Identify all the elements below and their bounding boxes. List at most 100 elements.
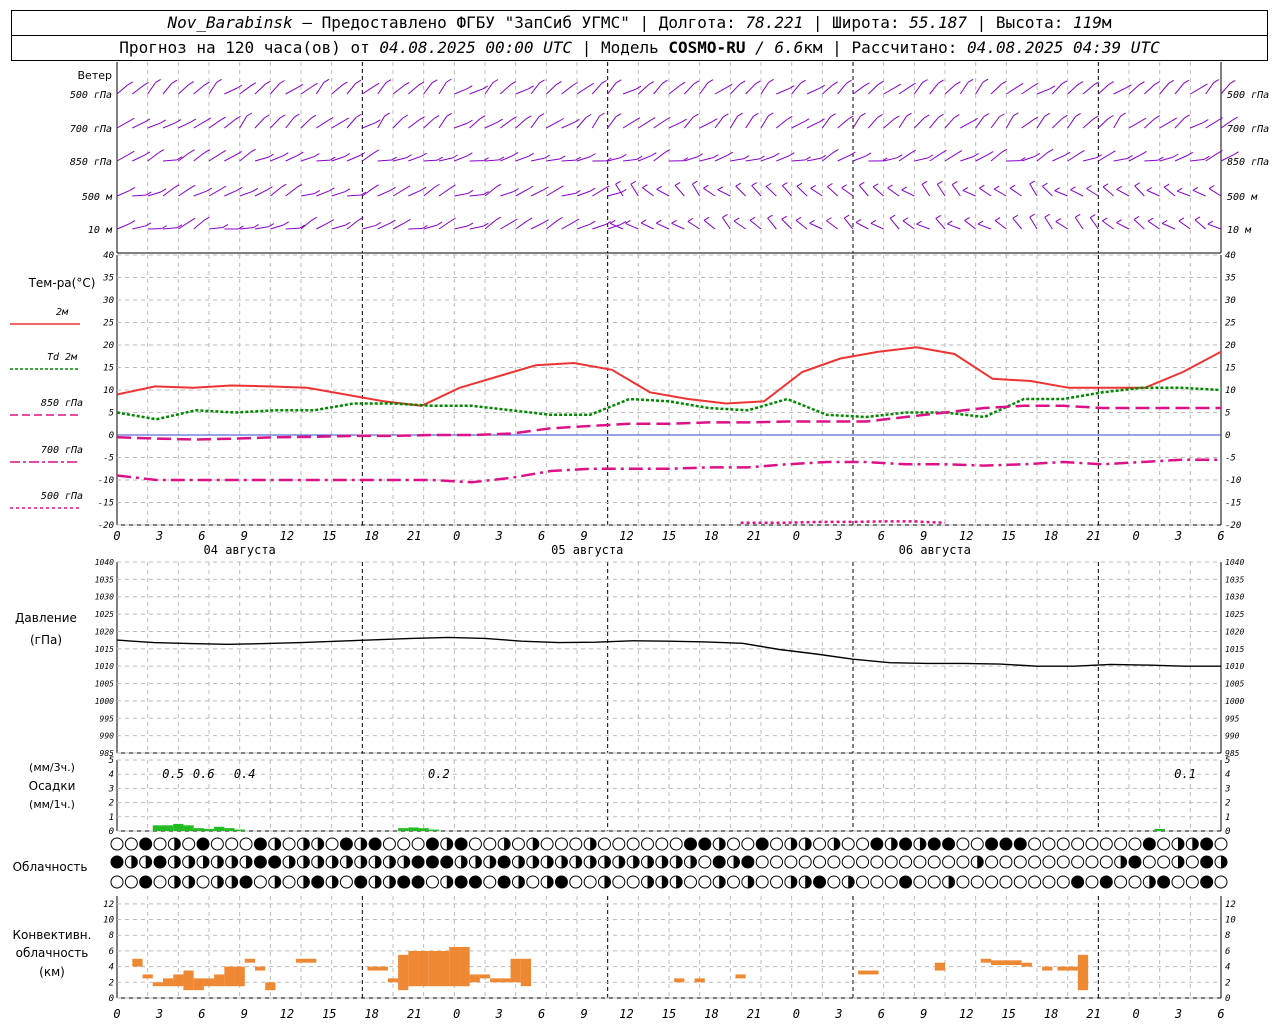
- cloud-fill-half: [833, 838, 840, 850]
- wind-barb-flag: [343, 117, 349, 122]
- temp-ytick-right: 5: [1225, 409, 1230, 419]
- cloud-fill-half: [719, 838, 726, 850]
- cloud-fill-half: [317, 838, 324, 850]
- wind-barb-flag: [250, 82, 257, 87]
- wind-barb: [806, 87, 820, 95]
- cloud-fill-half: [332, 876, 339, 888]
- conv-ytick-left: 2: [109, 978, 114, 988]
- wind-barb-flag: [935, 215, 942, 219]
- conv-xtick: 21: [407, 1007, 421, 1021]
- wind-barb: [913, 82, 923, 95]
- wind-barb: [668, 84, 681, 95]
- wind-barb-flag: [938, 113, 944, 118]
- conv-unit: (км): [39, 965, 65, 979]
- wind-barb-flag: [327, 117, 334, 121]
- wind-barb-flag: [947, 220, 953, 225]
- wind-barb: [147, 152, 160, 162]
- wind-barb-flag: [495, 216, 502, 221]
- cloud-circle: [1042, 837, 1056, 851]
- wind-barb-flag: [941, 149, 947, 154]
- cloud-fill: [397, 876, 410, 888]
- wind-barb-flag: [1079, 150, 1085, 154]
- wind-barb-flag: [826, 217, 832, 222]
- wind-barb-flag: [127, 81, 133, 86]
- pressure-ytick-right: 1040: [1225, 558, 1244, 567]
- wind-barb: [1021, 85, 1034, 95]
- wind-barb: [1128, 154, 1142, 162]
- wind-barb: [872, 186, 884, 197]
- cloud-circle: [770, 855, 784, 869]
- pressure-ytick-left: 1010: [95, 662, 114, 671]
- cloud-fill-half: [360, 838, 367, 850]
- temp-xtick: 6: [878, 529, 885, 543]
- wind-barb: [530, 82, 540, 95]
- wind-barb-flag: [236, 186, 243, 191]
- temp-ytick-left: 5: [109, 409, 114, 419]
- conv-title2: облачность: [16, 946, 89, 960]
- wind-barb-flag: [895, 83, 902, 88]
- wind-barb-flag: [543, 186, 549, 191]
- wind-barb-flag: [1062, 114, 1068, 119]
- wind-barb: [132, 154, 146, 162]
- wind-barb: [1044, 216, 1053, 230]
- wind-barb: [1006, 86, 1019, 95]
- temp-ytick-left: 10: [103, 386, 114, 396]
- wind-barb: [132, 225, 147, 230]
- wind-barb: [438, 81, 447, 95]
- cloud-fill: [928, 838, 941, 850]
- wind-barb-flag: [420, 186, 427, 191]
- wind-barb-flag: [189, 184, 196, 189]
- wind-barb: [1051, 83, 1063, 95]
- wind-barb: [561, 192, 576, 197]
- conv-bar: [214, 974, 225, 987]
- wind-barb: [1089, 217, 1099, 230]
- wind-barb: [795, 219, 808, 230]
- precip-bar: [173, 823, 184, 831]
- wind-barb: [408, 84, 420, 95]
- wind-barb-flag: [870, 219, 877, 224]
- cloud-fill-half: [303, 856, 310, 868]
- cloud-fill: [426, 856, 439, 868]
- wind-barb: [852, 85, 865, 95]
- cloud-fill-half: [461, 856, 468, 868]
- conv-bar: [510, 958, 521, 983]
- wind-barb-flag: [406, 154, 412, 159]
- conv-xtick: 12: [619, 1007, 633, 1021]
- wind-barb-flag: [1120, 112, 1126, 117]
- wind-barb-flag: [1163, 183, 1170, 188]
- cloud-fill: [369, 838, 382, 850]
- cloud-circle: [1056, 837, 1070, 851]
- cloud-fill-half: [403, 856, 410, 868]
- conv-bar: [428, 950, 439, 987]
- wind-barb-flag: [927, 154, 934, 159]
- wind-barb: [975, 81, 984, 95]
- wind-barb: [408, 189, 422, 197]
- cloud-circle: [970, 875, 984, 889]
- cloud-fill-half: [948, 876, 955, 888]
- cloud-fill: [1100, 876, 1113, 888]
- wind-barb: [960, 155, 974, 162]
- wind-barb-flag: [279, 114, 286, 119]
- cloud-fill: [498, 856, 511, 868]
- wind-barb-flag: [717, 186, 724, 191]
- wind-barb-flag: [161, 225, 167, 230]
- conv-ytick-right: 4: [1225, 963, 1230, 973]
- cloud-circle: [741, 837, 755, 851]
- conv-ytick-left: 12: [103, 900, 114, 910]
- wind-barb-flag: [751, 182, 757, 186]
- conv-xtick: 15: [662, 1007, 676, 1021]
- wind-barb-flag: [310, 114, 317, 119]
- wind-barb: [469, 194, 484, 197]
- wind-barb: [270, 155, 284, 162]
- cloud-fill-half: [532, 838, 539, 850]
- wind-barb-flag: [311, 216, 318, 221]
- wind-barb: [615, 183, 624, 197]
- wind-barb: [1036, 116, 1046, 129]
- cloud-fill-half: [1177, 856, 1184, 868]
- wind-barb: [745, 158, 760, 162]
- precip-annotation: 0.6: [193, 767, 215, 781]
- pressure-ytick-left: 1025: [95, 610, 114, 619]
- wind-barb: [316, 120, 329, 129]
- wind-barb-flag: [687, 218, 694, 222]
- wind-barb: [935, 218, 946, 230]
